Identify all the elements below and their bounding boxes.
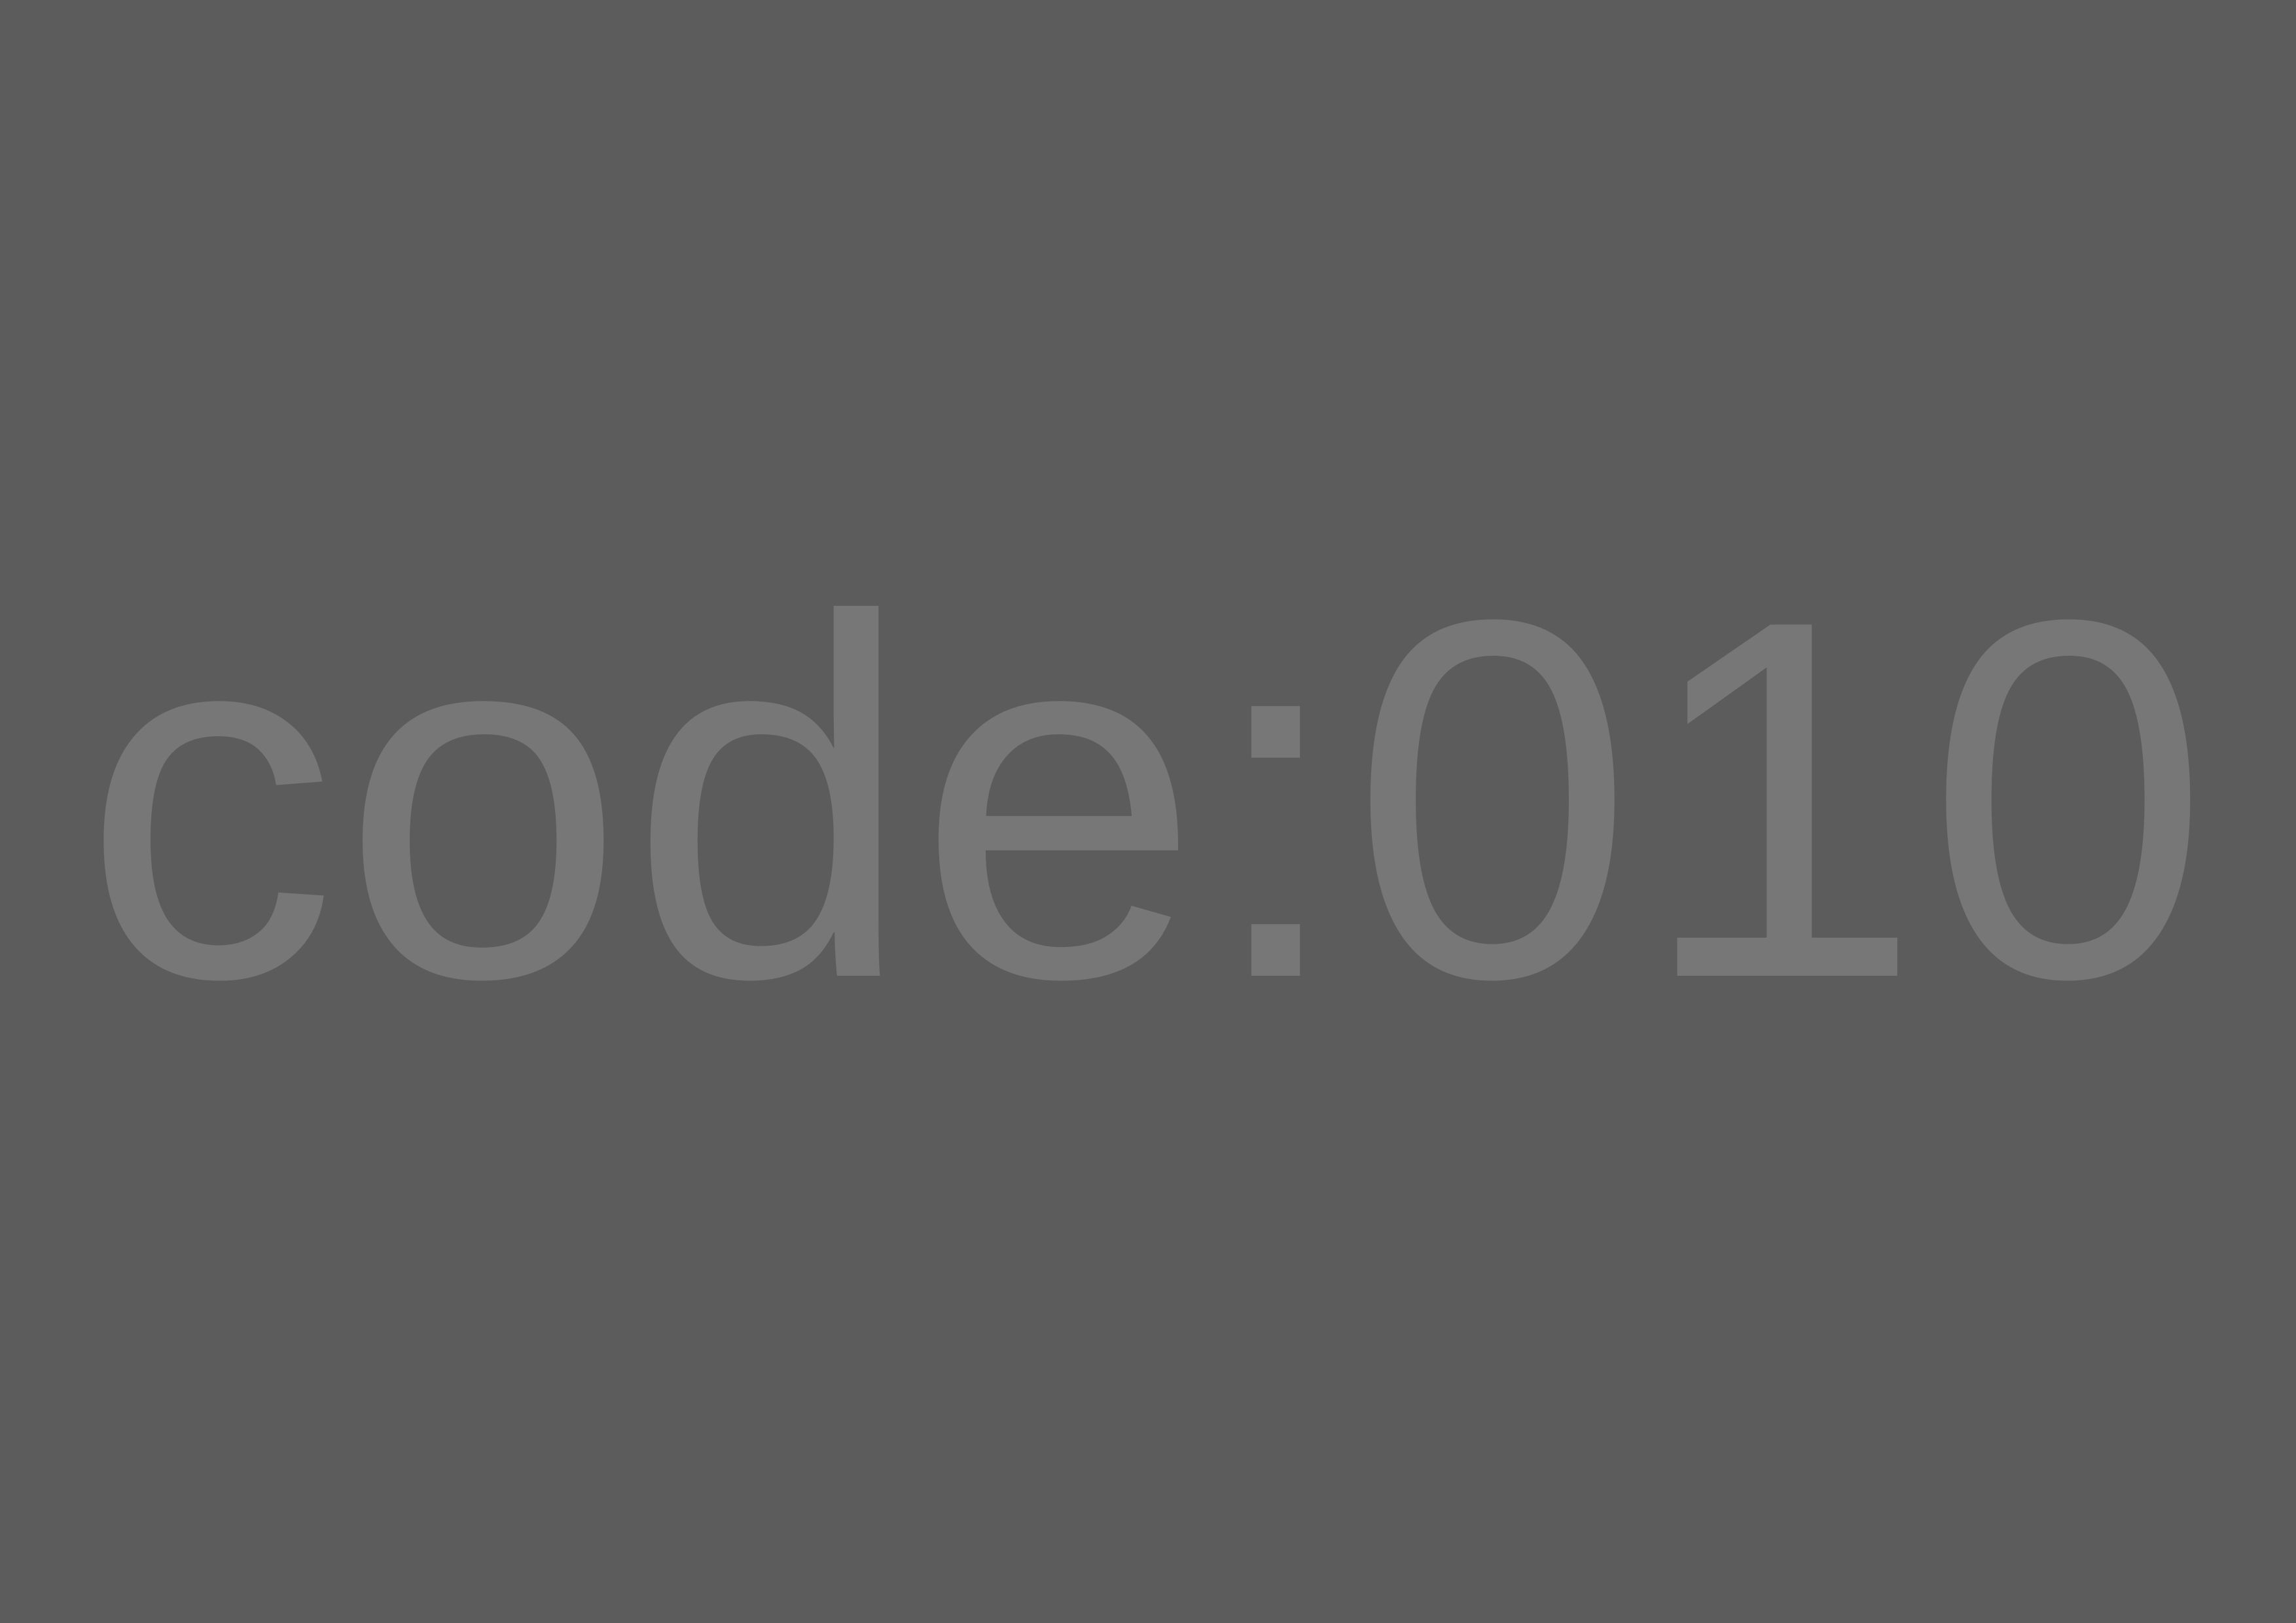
code-screen: code:010 — [0, 0, 2296, 1623]
code-label: code:010 — [82, 514, 2214, 1084]
